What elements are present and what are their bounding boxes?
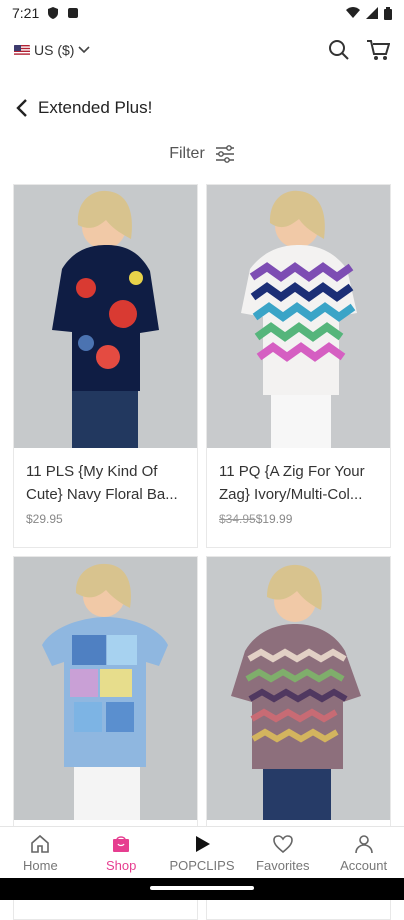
product-image[interactable] <box>207 557 390 820</box>
security-icon <box>47 7 59 19</box>
currency-label: US ($) <box>34 42 75 58</box>
product-image[interactable] <box>207 185 390 448</box>
back-button[interactable] <box>14 98 28 118</box>
product-image[interactable] <box>14 557 197 820</box>
top-actions <box>328 39 390 61</box>
product-info: 11 PLS {My Kind Of Cute} Navy Floral Ba.… <box>14 448 197 526</box>
nav-favorites-label: Favorites <box>256 857 310 873</box>
product-name: 11 PQ {A Zig For Your Zag} Ivory/Multi-C… <box>219 463 365 503</box>
product-price: $29.95 <box>26 512 185 526</box>
status-right <box>346 6 392 20</box>
shopping-bag-icon <box>111 834 131 854</box>
cart-icon[interactable] <box>366 39 390 61</box>
product-card[interactable]: 11 PLS {My Kind Of Cute} Navy Floral Ba.… <box>13 184 198 548</box>
us-flag-icon <box>14 44 30 56</box>
status-left: 7:21 <box>12 5 79 21</box>
chevron-down-icon <box>78 46 91 54</box>
top-bar: US ($) <box>0 26 404 74</box>
product-image[interactable] <box>14 185 197 448</box>
nav-account-label: Account <box>340 857 388 873</box>
product-info: 11 PQ {A Zig For Your Zag} Ivory/Multi-C… <box>207 448 390 526</box>
price-sale: $19.99 <box>255 512 293 526</box>
filter-button[interactable]: Filter <box>0 136 404 172</box>
nav-popclips[interactable]: POPCLIPS <box>162 834 242 873</box>
product-name: 11 PLS {My Kind Of Cute} Navy Floral Ba.… <box>26 463 178 503</box>
filter-label: Filter <box>169 145 205 162</box>
status-bar: 7:21 <box>0 0 404 26</box>
nav-account[interactable]: Account <box>324 834 404 873</box>
home-handle[interactable] <box>150 886 254 890</box>
price-original: $34.95 <box>219 512 256 526</box>
nav-home-label: Home <box>23 857 58 873</box>
price-current: $29.95 <box>26 512 63 526</box>
page-header: Extended Plus! <box>0 86 404 130</box>
nav-favorites[interactable]: Favorites <box>243 834 323 873</box>
notification-icon <box>67 7 79 19</box>
nav-popclips-label: POPCLIPS <box>169 857 235 873</box>
wifi-icon <box>346 7 360 19</box>
page-title: Extended Plus! <box>38 98 153 117</box>
battery-icon <box>384 6 392 20</box>
bottom-navigation: Home Shop POPCLIPS Favorites Account <box>0 826 404 879</box>
play-icon <box>192 834 212 854</box>
account-icon <box>354 834 374 854</box>
nav-shop[interactable]: Shop <box>81 834 161 873</box>
sliders-icon <box>215 145 235 163</box>
search-icon[interactable] <box>328 39 350 61</box>
status-time: 7:21 <box>12 5 40 21</box>
product-card[interactable]: 11 PQ {A Zig For Your Zag} Ivory/Multi-C… <box>206 184 391 548</box>
nav-home[interactable]: Home <box>0 834 80 873</box>
product-grid: 11 PLS {My Kind Of Cute} Navy Floral Ba.… <box>13 184 391 920</box>
product-price: $34.95$19.99 <box>219 512 378 526</box>
home-icon <box>30 834 50 854</box>
heart-icon <box>272 834 294 854</box>
currency-selector[interactable]: US ($) <box>14 42 91 58</box>
nav-shop-label: Shop <box>106 857 137 873</box>
signal-icon <box>366 7 378 19</box>
